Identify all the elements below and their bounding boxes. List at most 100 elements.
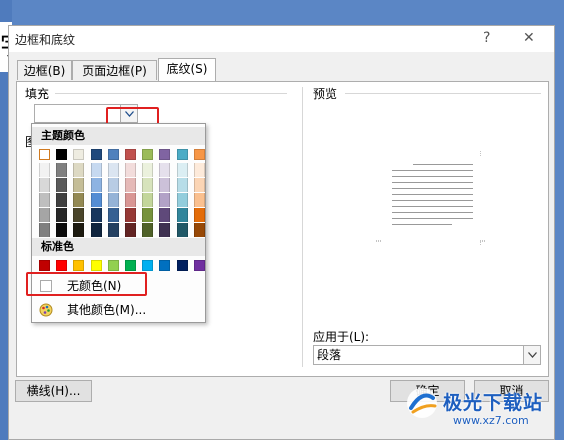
color-swatch[interactable] [176,149,188,160]
color-swatch[interactable] [56,193,68,207]
color-swatch[interactable] [39,163,50,177]
color-swatch[interactable] [176,223,188,237]
standard-color-swatch[interactable] [159,260,171,271]
corner-mark-icon [376,240,382,242]
color-swatch[interactable] [193,223,205,237]
theme-colors-header: 主题颜色 [32,127,205,145]
color-swatch[interactable] [107,149,119,160]
section-separator [302,87,303,367]
tab-page-border[interactable]: 页面边框(P) [72,60,157,80]
title-bar: 边框和底纹 ? ✕ [9,26,554,52]
more-colors-item[interactable]: 其他颜色(M)... [33,300,204,320]
color-swatch[interactable] [90,208,102,222]
color-swatch[interactable] [107,208,119,222]
watermark-logo-icon [407,388,437,418]
color-swatch[interactable] [193,178,205,192]
color-swatch[interactable] [142,163,154,177]
color-swatch[interactable] [56,149,68,160]
standard-color-swatch[interactable] [142,260,154,271]
standard-color-swatch[interactable] [193,260,205,271]
corner-mark-icon [376,150,382,156]
palette-icon [39,303,53,317]
dialog-title: 边框和底纹 [15,33,76,47]
color-swatch[interactable] [56,208,68,222]
standard-color-swatch[interactable] [107,260,119,271]
color-swatch[interactable] [73,163,85,177]
standard-color-swatch[interactable] [125,260,136,271]
color-swatch[interactable] [73,193,85,207]
preview-area [376,150,486,246]
color-swatch[interactable] [159,208,171,222]
color-swatch[interactable] [90,149,102,160]
watermark-url: www.xz7.com [453,414,529,427]
color-swatch[interactable] [107,163,119,177]
color-swatch[interactable] [56,163,68,177]
color-swatch[interactable] [73,149,85,160]
color-swatch[interactable] [193,208,205,222]
horizontal-line-button[interactable]: 横线(H)... [15,380,92,402]
color-swatch[interactable] [176,193,188,207]
color-swatch[interactable] [125,193,136,207]
color-swatch[interactable] [107,223,119,237]
color-swatch[interactable] [73,223,85,237]
color-swatch[interactable] [90,178,102,192]
apply-to-label: 应用于(L): [313,330,370,344]
color-swatch[interactable] [39,178,50,192]
color-swatch[interactable] [39,193,50,207]
color-swatch[interactable] [56,223,68,237]
color-swatch[interactable] [142,208,154,222]
watermark-text: 极光下载站 [443,392,544,414]
standard-color-swatch[interactable] [73,260,85,271]
color-swatch[interactable] [176,163,188,177]
color-swatch[interactable] [73,208,85,222]
color-swatch[interactable] [193,149,205,160]
standard-color-swatch[interactable] [176,260,188,271]
color-swatch[interactable] [39,223,50,237]
color-swatch[interactable] [90,223,102,237]
color-swatch[interactable] [125,178,136,192]
color-swatch[interactable] [142,193,154,207]
color-swatch[interactable] [125,223,136,237]
color-swatch[interactable] [56,178,68,192]
color-swatch[interactable] [90,163,102,177]
color-swatch[interactable] [159,178,171,192]
color-swatch[interactable] [193,163,205,177]
more-colors-label: 其他颜色(M)... [67,303,147,317]
color-swatch[interactable] [39,208,50,222]
color-swatch[interactable] [142,223,154,237]
standard-color-swatch[interactable] [90,260,102,271]
color-swatch[interactable] [125,149,136,160]
color-swatch[interactable] [193,193,205,207]
color-swatch[interactable] [142,149,154,160]
color-swatch[interactable] [159,223,171,237]
color-swatch[interactable] [107,178,119,192]
standard-color-swatch[interactable] [39,260,50,271]
preview-section-label: 预览 [313,87,338,101]
tab-borders[interactable]: 边框(B) [17,60,72,80]
color-swatch[interactable] [176,178,188,192]
close-button[interactable]: ✕ [523,30,535,46]
corner-mark-icon [480,240,486,246]
color-swatch[interactable] [39,149,50,160]
color-swatch[interactable] [159,193,171,207]
color-swatch[interactable] [125,208,136,222]
color-swatch[interactable] [176,208,188,222]
apply-to-dropdown-arrow[interactable] [523,346,540,364]
color-swatch[interactable] [73,178,85,192]
apply-to-dropdown[interactable]: 段落 [313,345,541,365]
site-watermark: 极光下载站 www.xz7.com [405,384,557,436]
help-button[interactable]: ? [483,30,490,46]
color-swatch[interactable] [142,178,154,192]
color-swatch[interactable] [159,149,171,160]
no-color-highlight [26,272,147,296]
fill-section-label: 填充 [25,87,50,101]
preview-divider [345,93,541,94]
standard-colors-header: 标准色 [32,238,205,256]
tab-shading[interactable]: 底纹(S) [158,58,216,81]
color-swatch[interactable] [107,193,119,207]
color-swatch[interactable] [159,163,171,177]
standard-color-swatch[interactable] [56,260,68,271]
corner-mark-icon [480,150,481,156]
color-swatch[interactable] [90,193,102,207]
color-swatch[interactable] [125,163,136,177]
